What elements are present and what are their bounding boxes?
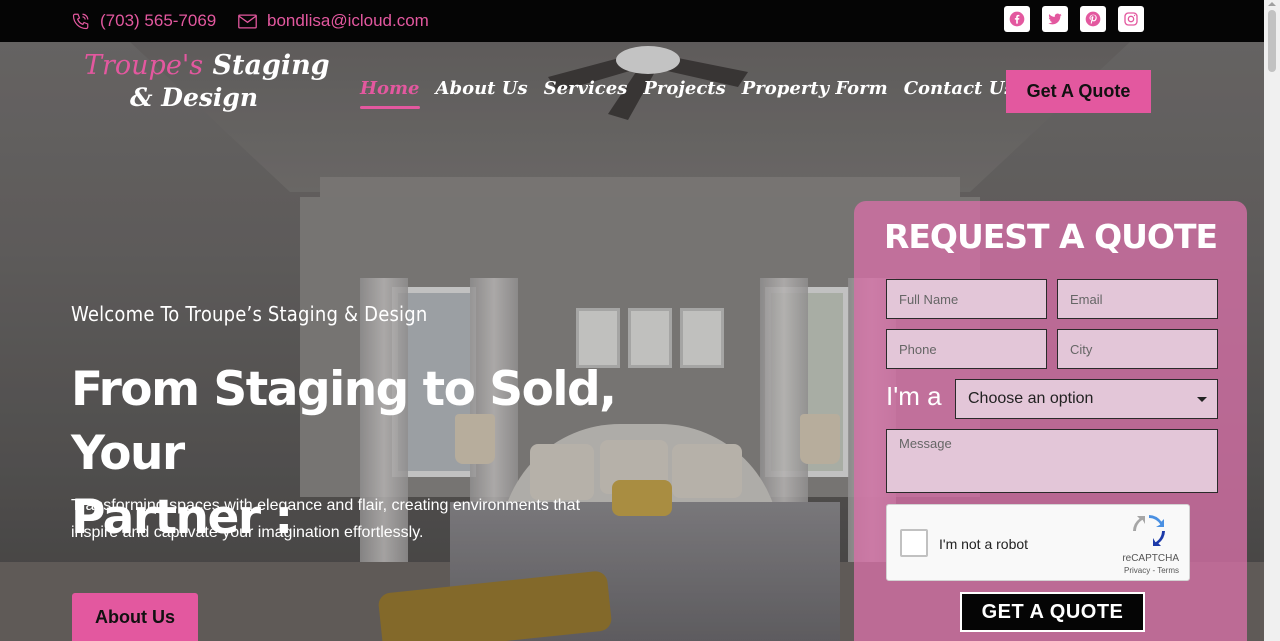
about-us-button[interactable]: About Us bbox=[72, 593, 198, 641]
site-logo[interactable]: Troupe's Staging & Design bbox=[84, 50, 330, 112]
message-textarea[interactable]: Message bbox=[886, 429, 1218, 493]
chevron-down-icon bbox=[1197, 397, 1207, 402]
phone-input[interactable]: Phone bbox=[886, 329, 1047, 369]
recaptcha-brand: reCAPTCHA bbox=[1122, 553, 1179, 564]
nav-contact-us[interactable]: Contact Us bbox=[904, 78, 1015, 109]
form-title: REQUEST A QUOTE bbox=[883, 217, 1218, 256]
recaptcha-icon bbox=[1133, 515, 1165, 546]
nav-projects[interactable]: Projects bbox=[643, 78, 725, 109]
request-quote-form: REQUEST A QUOTE Full Name Email Phone Ci… bbox=[854, 201, 1247, 641]
full-name-input[interactable]: Full Name bbox=[886, 279, 1047, 319]
recaptcha-terms[interactable]: Privacy - Terms bbox=[1124, 566, 1179, 575]
hero-subtext: Transforming spaces with elegance and fl… bbox=[71, 497, 581, 541]
recaptcha-widget: I'm not a robot reCAPTCHA Privacy - Term… bbox=[886, 504, 1190, 581]
email-address[interactable]: bondlisa@icloud.com bbox=[267, 11, 429, 31]
scroll-up-icon[interactable] bbox=[1268, 2, 1276, 6]
submit-quote-button[interactable]: GET A QUOTE bbox=[960, 592, 1145, 632]
phone-icon bbox=[72, 13, 89, 30]
phone-number[interactable]: (703) 565-7069 bbox=[100, 11, 216, 31]
nav-services[interactable]: Services bbox=[544, 78, 628, 109]
facebook-icon[interactable] bbox=[1004, 6, 1030, 32]
get-a-quote-button[interactable]: Get A Quote bbox=[1006, 70, 1151, 113]
hero-headline-line1: From Staging to Sold, Your bbox=[71, 362, 617, 481]
main-navigation: Home About Us Services Projects Property… bbox=[360, 78, 1014, 109]
logo-text-staging: Staging bbox=[212, 50, 330, 81]
city-input[interactable]: City bbox=[1057, 329, 1218, 369]
instagram-icon[interactable] bbox=[1118, 6, 1144, 32]
recaptcha-label: I'm not a robot bbox=[939, 536, 1029, 552]
envelope-icon bbox=[238, 14, 257, 28]
top-contact-bar: (703) 565-7069 bondlisa@icloud.com bbox=[0, 0, 1280, 42]
logo-text-design: & Design bbox=[130, 83, 259, 112]
email-input[interactable]: Email bbox=[1057, 279, 1218, 319]
role-select-value: Choose an option bbox=[968, 390, 1094, 407]
recaptcha-checkbox[interactable] bbox=[900, 529, 928, 557]
phone-link[interactable]: (703) 565-7069 bbox=[72, 0, 216, 42]
nav-property-form[interactable]: Property Form bbox=[742, 78, 888, 109]
hero-welcome-text: Welcome To Troupe’s Staging & Design bbox=[71, 302, 428, 326]
role-select[interactable]: Choose an option bbox=[955, 379, 1218, 419]
page-scrollbar[interactable] bbox=[1264, 0, 1280, 641]
im-a-label: I'm a bbox=[886, 381, 942, 411]
email-link[interactable]: bondlisa@icloud.com bbox=[238, 0, 429, 42]
scrollbar-thumb[interactable] bbox=[1268, 10, 1276, 72]
social-links bbox=[1004, 6, 1144, 32]
pinterest-icon[interactable] bbox=[1080, 6, 1106, 32]
nav-about-us[interactable]: About Us bbox=[436, 78, 528, 109]
nav-home[interactable]: Home bbox=[360, 78, 420, 109]
twitter-icon[interactable] bbox=[1042, 6, 1068, 32]
logo-text-troupes: Troupe's bbox=[84, 50, 204, 81]
